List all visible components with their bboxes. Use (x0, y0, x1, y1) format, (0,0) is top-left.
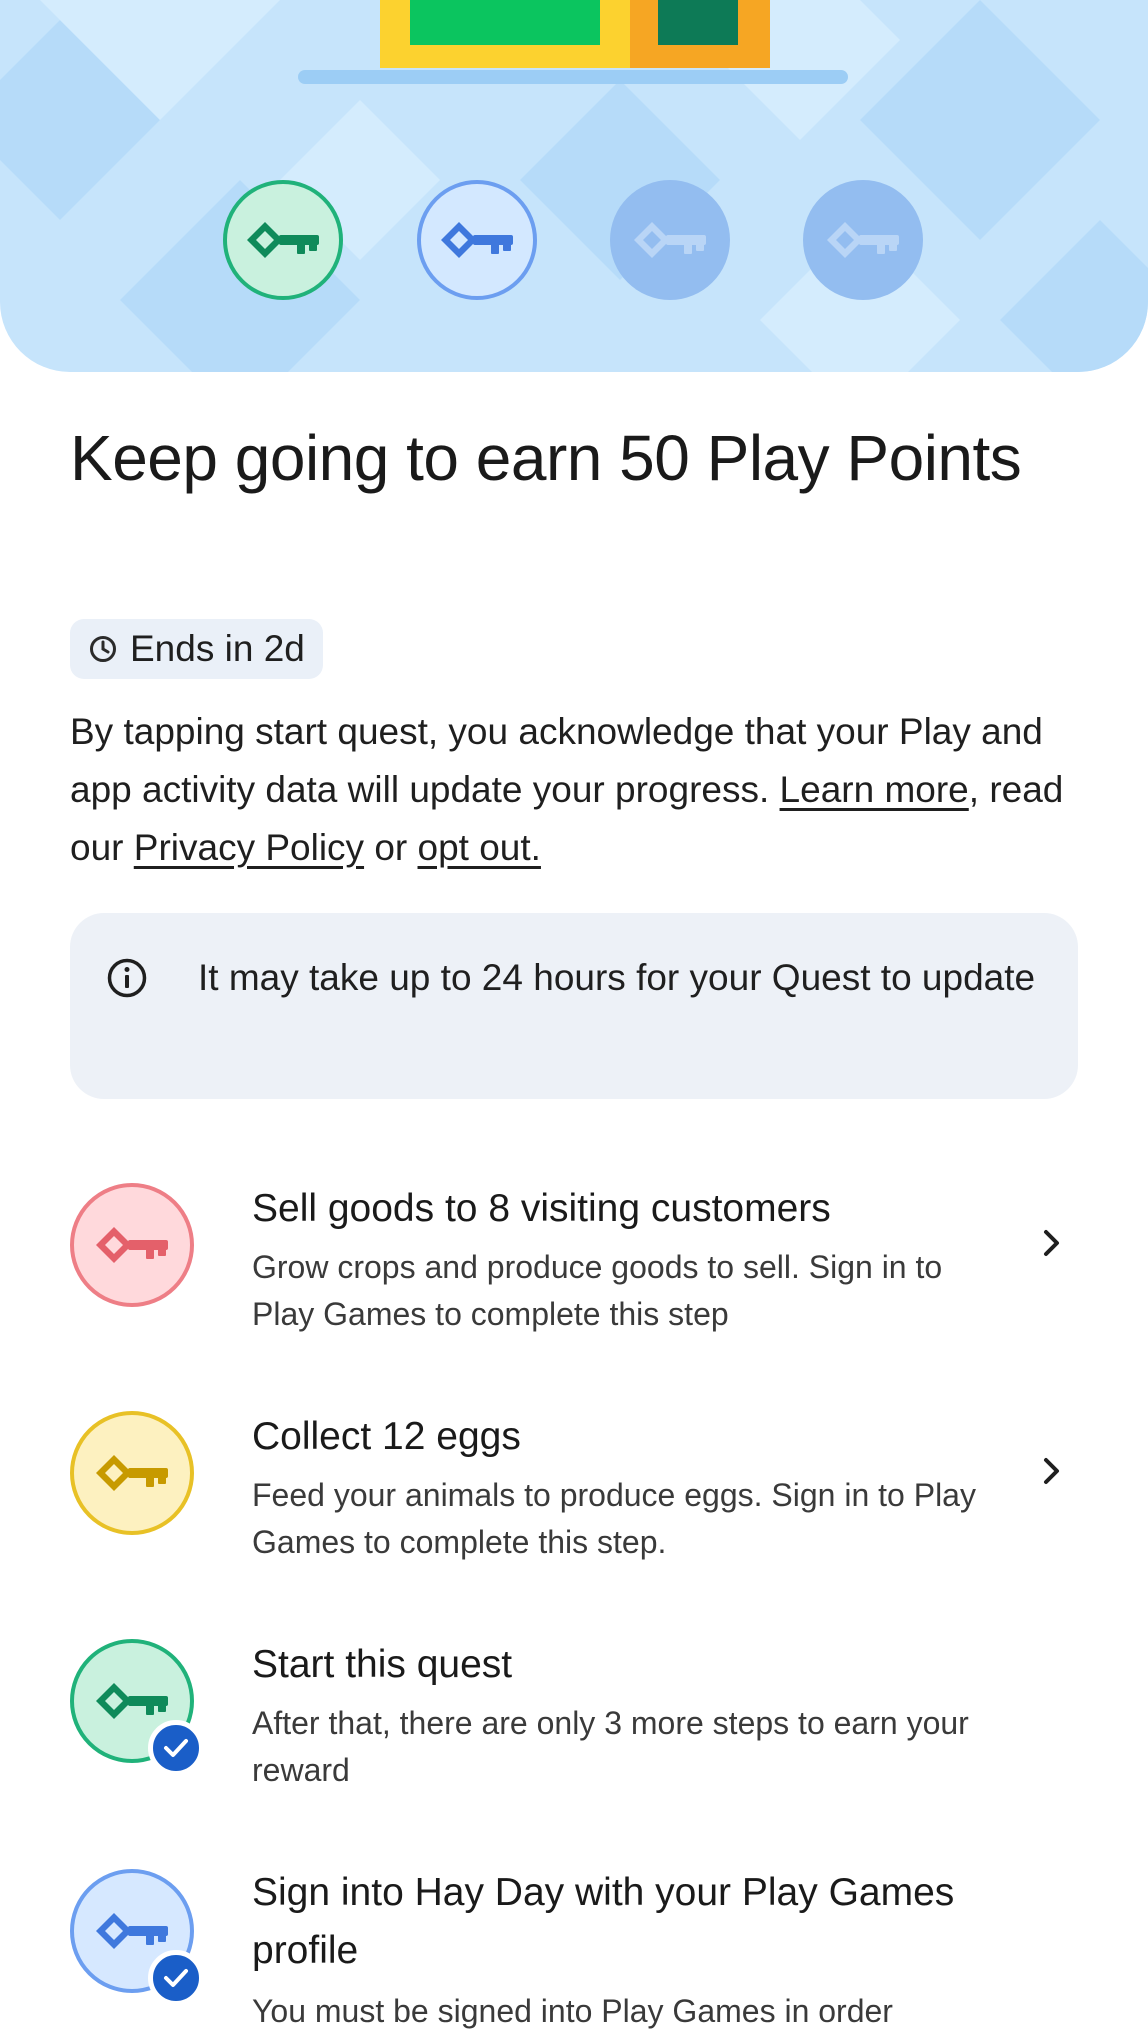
info-text: It may take up to 24 hours for your Ques… (198, 957, 1036, 998)
key-icon (96, 1455, 168, 1491)
key-badge-3 (610, 180, 730, 300)
key-badge-1 (223, 180, 343, 300)
step-description: Grow crops and produce goods to sell. Si… (252, 1249, 943, 1332)
completed-check-icon (148, 1950, 204, 2006)
step-key-badge (70, 1183, 194, 1307)
opt-out-link[interactable]: opt out. (418, 827, 541, 868)
quest-step-3: Start this quest After that, there are o… (0, 1636, 1148, 1836)
game-tile-yellow (380, 0, 630, 68)
completed-check-icon (148, 1720, 204, 1776)
key-icon (96, 1683, 168, 1719)
time-remaining-chip: Ends in 2d (70, 619, 323, 679)
privacy-policy-link[interactable]: Privacy Policy (134, 827, 364, 868)
quest-step-1[interactable]: Sell goods to 8 visiting customers Grow … (0, 1180, 1148, 1380)
info-icon (107, 958, 147, 998)
chevron-right-icon[interactable] (1040, 1228, 1064, 1258)
step-title: Collect 12 eggs (252, 1415, 521, 1458)
consent-text-part-3: or (364, 827, 418, 868)
key-badge-2 (417, 180, 537, 300)
chevron-right-icon[interactable] (1040, 1456, 1064, 1486)
key-icon (96, 1913, 168, 1949)
key-icon (96, 1227, 168, 1263)
key-icon (827, 222, 899, 258)
step-description: Feed your animals to produce eggs. Sign … (252, 1477, 976, 1560)
quest-title: Keep going to earn 50 Play Points (70, 422, 1022, 494)
step-title: Sign into Hay Day with your Play Games p… (252, 1871, 955, 1972)
quest-step-2[interactable]: Collect 12 eggs Feed your animals to pro… (0, 1408, 1148, 1608)
clock-icon (90, 636, 116, 662)
learn-more-link[interactable]: Learn more (780, 769, 969, 810)
key-icon (441, 222, 513, 258)
step-title: Sell goods to 8 visiting customers (252, 1187, 831, 1230)
consent-text: By tapping start quest, you acknowledge … (70, 703, 1080, 877)
key-icon (247, 222, 319, 258)
key-icon (634, 222, 706, 258)
quest-step-4: Sign into Hay Day with your Play Games p… (0, 1864, 1148, 2040)
step-key-badge (70, 1411, 194, 1535)
step-description: You must be signed into Play Games in or… (252, 1993, 893, 2029)
banner-shelf (298, 70, 848, 84)
chip-label: Ends in 2d (130, 628, 305, 669)
key-badge-4 (803, 180, 923, 300)
quest-banner (0, 0, 1148, 372)
game-tile-orange (630, 0, 770, 68)
step-description: After that, there are only 3 more steps … (252, 1705, 969, 1788)
update-info-box: It may take up to 24 hours for your Ques… (70, 913, 1078, 1099)
step-title: Start this quest (252, 1643, 513, 1686)
